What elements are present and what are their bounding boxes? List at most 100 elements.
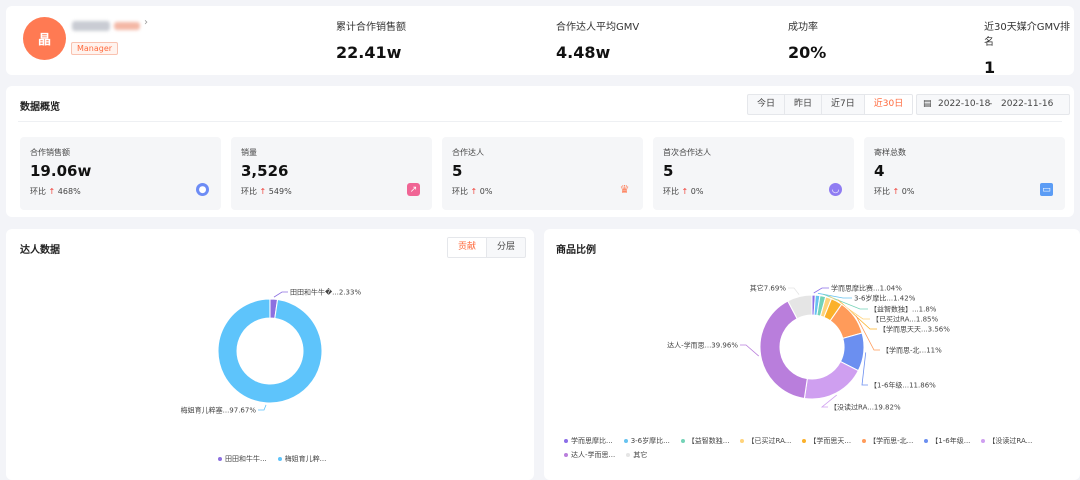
compare-value: 0%	[901, 187, 915, 196]
chevron-right-icon: ›	[144, 17, 148, 28]
compare-value: 0%	[690, 187, 704, 196]
metric-value: 4	[874, 162, 885, 180]
legend-label: 【学而思天...	[809, 437, 852, 445]
legend-item[interactable]: 【1-6年级...	[924, 434, 970, 448]
legend-item[interactable]: 【益智数独...	[680, 434, 730, 448]
legend-label: 【益智数独...	[687, 437, 730, 445]
date-range-tabs: 今日 昨日 近7日 近30日	[747, 94, 914, 115]
legend-item[interactable]: 达人-学而思...	[564, 448, 615, 462]
legend-item[interactable]: 【学而思-北...	[862, 434, 913, 448]
trend-icon: ↗	[407, 183, 420, 196]
date-start: 2022-10-18	[938, 99, 991, 109]
avatar-text: 晶	[37, 33, 51, 48]
role-badge: Manager	[71, 42, 119, 55]
talent-legend: 田田和牛牛... 梅姐育儿粹...	[218, 454, 337, 464]
slice-label: 其它7.69%	[750, 284, 787, 293]
stat-value: 22.41w	[336, 43, 402, 62]
metric-value: 5	[452, 162, 463, 180]
legend-dot	[924, 439, 929, 443]
date-range-picker[interactable]: ▤ 2022-10-18 - 2022-11-16	[916, 94, 1070, 115]
metric-label: 合作达人	[452, 148, 484, 157]
avatar[interactable]: 晶	[23, 17, 66, 60]
up-arrow-icon: ↑	[259, 187, 267, 196]
date-end: 2022-11-16	[1001, 99, 1054, 109]
compare-label: 环比	[30, 187, 46, 196]
stat-gmv-rank: 近30天媒介GMV排名 1	[984, 18, 1074, 77]
metric-value: 3,526	[241, 162, 289, 180]
tab-yesterday[interactable]: 昨日	[785, 95, 823, 114]
up-arrow-icon: ↑	[470, 187, 478, 196]
stat-avg-gmv: 合作达人平均GMV 4.48w	[556, 18, 639, 62]
smile-icon: ◡	[829, 183, 842, 196]
slice-label: 【1-6年级...11.86%	[870, 381, 936, 390]
label-leader-line	[788, 287, 800, 295]
compare-label: 环比	[241, 187, 257, 196]
metric-value: 19.06w	[30, 162, 92, 180]
legend-label: 梅姐育儿粹...	[284, 455, 327, 463]
slice-label: 【没读过RA...19.82%	[830, 403, 901, 412]
slice-label: 【益智数独】...1.8%	[870, 305, 937, 314]
legend-item[interactable]: 【学而思天...	[802, 434, 851, 448]
compare-value: 549%	[268, 187, 292, 196]
name-blur	[72, 21, 110, 31]
metric-compare: 环比 ↑ 0%	[874, 186, 915, 197]
tab-last-7-days[interactable]: 近7日	[822, 95, 865, 114]
up-arrow-icon: ↑	[892, 187, 900, 196]
section-title: 数据概览	[20, 102, 60, 113]
metric-card-volume: 销量 3,526 环比 ↑ 549% ↗	[231, 137, 432, 210]
slice-label: 【已买过RA...1.85%	[872, 315, 939, 324]
stat-label: 累计合作销售额	[336, 22, 406, 33]
slice-label: 3-6岁摩比...1.42%	[854, 294, 916, 303]
legend-label: 【1-6年级...	[931, 437, 971, 445]
legend-item[interactable]: 梅姐育儿粹...	[277, 454, 327, 464]
label-leader-line	[813, 287, 829, 294]
metric-card-sales: 合作销售额 19.06w 环比 ↑ 468% ●	[20, 137, 221, 210]
stat-value: 4.48w	[556, 43, 611, 62]
overview-card: 数据概览 今日 昨日 近7日 近30日 ▤ 2022-10-18 - 2022-…	[6, 86, 1074, 217]
legend-item[interactable]: 学而思摩比...	[564, 434, 613, 448]
crown-icon: ♛	[619, 183, 630, 196]
compare-label: 环比	[452, 187, 468, 196]
legend-label: 【没读过RA...	[988, 437, 1033, 445]
user-name-blurred[interactable]: ›	[72, 17, 152, 33]
metric-compare: 环比 ↑ 0%	[452, 186, 493, 197]
legend-dot	[218, 457, 222, 461]
donut-slice[interactable]	[217, 298, 323, 404]
tab-last-30-days[interactable]: 近30日	[864, 95, 913, 114]
legend-item[interactable]: 【已买过RA...	[740, 434, 791, 448]
metric-compare: 环比 ↑ 468%	[30, 186, 81, 197]
talent-card: 达人数据 贡献 分层 田田和牛牛�...2.33% 梅姐育儿粹塞...97.67%…	[6, 229, 534, 480]
legend-dot	[862, 439, 867, 443]
stat-label: 近30天媒介GMV排名	[984, 22, 1070, 48]
legend-label: 【学而思-北...	[869, 437, 914, 445]
donut-slice[interactable]	[803, 360, 859, 400]
legend-dot	[277, 457, 282, 461]
stat-label: 成功率	[788, 22, 818, 33]
profile-card: 晶 › Manager 累计合作销售额 22.41w 合作达人平均GMV 4.4…	[6, 6, 1074, 77]
legend-label: 【已买过RA...	[747, 437, 792, 445]
legend-item[interactable]: 田田和牛牛...	[218, 454, 267, 464]
label-leader-line	[273, 291, 288, 298]
metric-card-samples: 寄样总数 4 环比 ↑ 0% ▭	[864, 137, 1065, 210]
calendar-icon: ▤	[923, 99, 932, 109]
metric-card-first-talents: 首次合作达人 5 环比 ↑ 0% ◡	[653, 137, 854, 210]
shield-icon: ●	[196, 183, 209, 196]
metric-compare: 环比 ↑ 549%	[241, 186, 292, 197]
legend-item[interactable]: 3-6岁摩比...	[623, 434, 670, 448]
legend-dot	[626, 453, 631, 457]
metric-value: 5	[663, 162, 674, 180]
legend-dot	[564, 453, 568, 457]
date-separator: -	[989, 99, 993, 109]
legend-dot	[564, 439, 568, 443]
slice-label: 达人-学而思...39.96%	[667, 341, 738, 350]
legend-item[interactable]: 其它	[626, 448, 647, 462]
slice-label: 田田和牛牛�...2.33%	[290, 288, 361, 297]
slice-label: 学而思摩比赛...1.04%	[831, 284, 902, 293]
legend-item[interactable]: 【没读过RA...	[981, 434, 1032, 448]
legend-label: 田田和牛牛...	[225, 455, 267, 463]
compare-value: 468%	[57, 187, 81, 196]
compare-label: 环比	[663, 187, 679, 196]
legend-dot	[802, 439, 807, 443]
legend-dot	[981, 439, 986, 443]
tab-today[interactable]: 今日	[748, 95, 786, 114]
